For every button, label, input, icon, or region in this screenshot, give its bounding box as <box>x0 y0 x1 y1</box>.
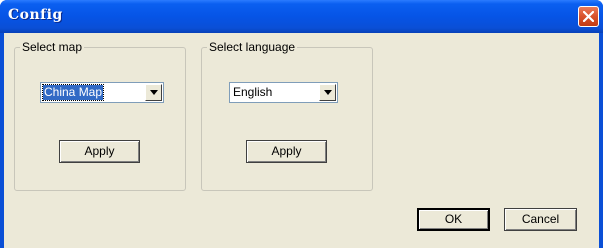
select-map-group: Select map China Map Apply <box>14 40 186 191</box>
dropdown-arrow-icon <box>150 90 158 95</box>
title-bar[interactable]: Config <box>0 0 603 33</box>
language-select-arrow[interactable] <box>319 84 336 101</box>
select-language-legend: Select language <box>207 40 298 54</box>
select-map-legend: Select map <box>20 40 85 54</box>
map-select[interactable]: China Map <box>40 82 164 103</box>
language-apply-button[interactable]: Apply <box>246 140 327 163</box>
dialog-body: Select map China Map Apply Select langua… <box>4 33 599 248</box>
map-apply-button[interactable]: Apply <box>59 140 140 163</box>
cancel-button[interactable]: Cancel <box>504 208 577 231</box>
map-select-value: China Map <box>41 84 105 101</box>
language-select-value: English <box>233 85 273 99</box>
language-select[interactable]: English <box>229 82 338 103</box>
ok-button[interactable]: OK <box>417 208 490 231</box>
dropdown-arrow-icon <box>324 90 332 95</box>
map-select-arrow[interactable] <box>145 84 162 101</box>
close-button[interactable] <box>578 6 599 27</box>
config-dialog: Config Select map China Map Apply Select… <box>0 0 603 248</box>
select-language-group: Select language English Apply <box>201 40 373 191</box>
window-title: Config <box>8 7 63 23</box>
